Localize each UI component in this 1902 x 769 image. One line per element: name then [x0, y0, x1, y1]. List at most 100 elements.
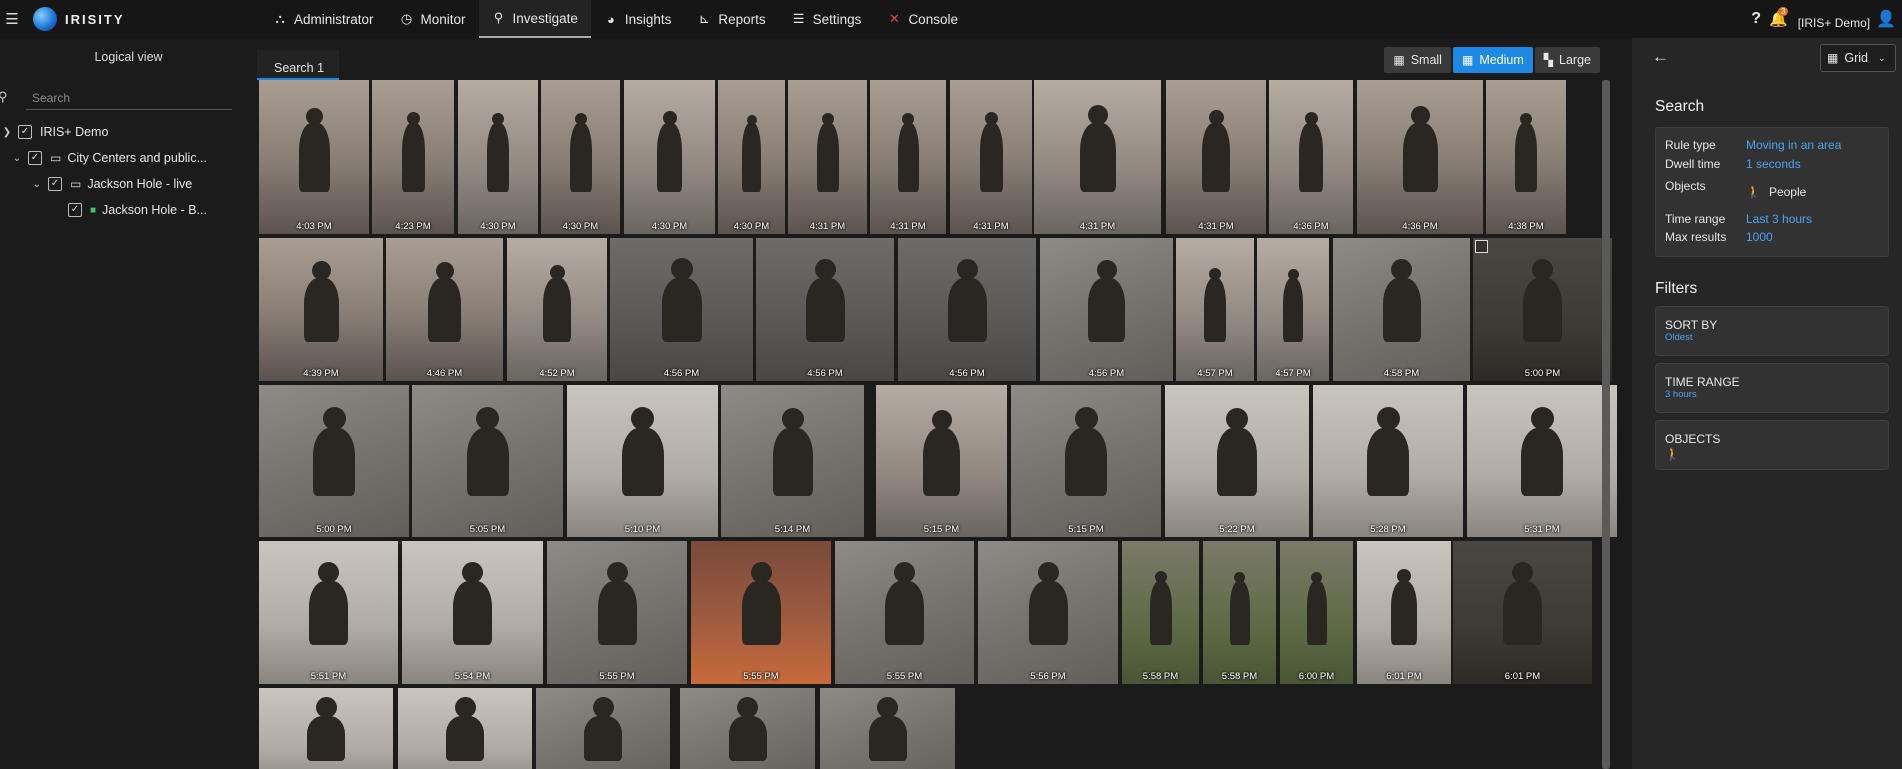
result-thumbnail[interactable]: 6:01 PM: [1357, 541, 1451, 684]
result-thumbnail[interactable]: 4:31 PM: [788, 80, 867, 234]
result-thumbnail[interactable]: 4:31 PM: [1166, 80, 1266, 234]
result-thumbnail[interactable]: 5:10 PM: [567, 385, 718, 537]
result-thumbnail[interactable]: 4:23 PM: [372, 80, 454, 234]
menu-icon[interactable]: ☰: [0, 0, 24, 38]
result-thumbnail[interactable]: 5:55 PM: [835, 541, 974, 684]
tree-item-jackson-hole-live[interactable]: ⌄ ✓ ▭ Jackson Hole - live: [30, 173, 192, 195]
chevron-down-icon[interactable]: ⌄: [10, 153, 24, 164]
nav-settings[interactable]: ☰ Settings: [779, 0, 875, 38]
filter-sort-by[interactable]: SORT BY Oldest: [1655, 306, 1889, 356]
result-thumbnail[interactable]: 4:56 PM: [1040, 238, 1173, 381]
checkbox-checked[interactable]: ✓: [68, 203, 82, 217]
result-thumbnail[interactable]: 5:15 PM: [876, 385, 1007, 537]
result-thumbnail[interactable]: 4:57 PM: [1257, 238, 1329, 381]
size-small-label: Small: [1410, 53, 1442, 67]
chevron-down-icon[interactable]: ❯: [0, 127, 14, 138]
result-thumbnail[interactable]: 6:01 PM: [1453, 541, 1592, 684]
rule-type-value[interactable]: Moving in an area: [1746, 138, 1841, 152]
result-thumbnail[interactable]: 4:03 PM: [259, 80, 369, 234]
time-range-value[interactable]: Last 3 hours: [1746, 212, 1812, 226]
result-thumbnail[interactable]: 5:22 PM: [1165, 385, 1309, 537]
result-thumbnail[interactable]: 4:38 PM: [1486, 80, 1566, 234]
result-thumbnail[interactable]: 4:57 PM: [1176, 238, 1254, 381]
result-thumbnail[interactable]: 5:56 PM: [978, 541, 1118, 684]
result-thumbnail[interactable]: 4:30 PM: [718, 80, 785, 234]
result-thumbnail[interactable]: 5:54 PM: [402, 541, 543, 684]
checkbox-checked[interactable]: ✓: [28, 151, 42, 165]
result-thumbnail[interactable]: 5:14 PM: [721, 385, 864, 537]
result-thumbnail[interactable]: 5:31 PM: [1467, 385, 1617, 537]
nav-reports[interactable]: ⊾ Reports: [684, 0, 778, 38]
result-thumbnail[interactable]: 5:00 PM: [259, 385, 409, 537]
result-thumbnail[interactable]: 4:36 PM: [1269, 80, 1353, 234]
result-thumbnail[interactable]: 5:55 PM: [691, 541, 831, 684]
tab-search-1[interactable]: Search 1: [257, 50, 339, 80]
nav-console[interactable]: ✕ Console: [874, 0, 971, 38]
tree-item-city-centers[interactable]: ⌄ ✓ ▭ City Centers and public...: [10, 147, 207, 169]
search-input[interactable]: [26, 86, 232, 110]
result-thumbnail[interactable]: [398, 688, 532, 769]
result-thumbnail[interactable]: 4:56 PM: [610, 238, 753, 381]
user-label[interactable]: [IRIS+ Demo]: [1798, 16, 1870, 30]
result-thumbnail[interactable]: 4:46 PM: [386, 238, 503, 381]
help-icon[interactable]: ?: [1751, 10, 1761, 28]
person-head: [877, 697, 898, 718]
chevron-down-icon[interactable]: ⌄: [30, 179, 44, 190]
result-thumbnail[interactable]: 5:58 PM: [1122, 541, 1199, 684]
result-thumbnail[interactable]: 5:05 PM: [412, 385, 563, 537]
result-thumbnail[interactable]: 4:36 PM: [1357, 80, 1483, 234]
size-large-button[interactable]: ▚ Large: [1534, 47, 1600, 73]
result-thumbnail[interactable]: 4:30 PM: [458, 80, 538, 234]
tree-item-iris-demo[interactable]: ❯ ✓ IRIS+ Demo: [0, 121, 108, 143]
thumbnail-timestamp: 5:00 PM: [1524, 368, 1561, 379]
checkbox-checked[interactable]: ✓: [48, 177, 62, 191]
dwell-time-value[interactable]: 1 seconds: [1746, 157, 1801, 171]
scrollbar-thumb[interactable]: [1602, 80, 1610, 769]
thumbnail-timestamp: 4:56 PM: [807, 368, 843, 379]
result-thumbnail[interactable]: 4:56 PM: [898, 238, 1036, 381]
sidebar: Logical view ⚲ ❯ ✓ IRIS+ Demo ⌄ ✓ ▭ City…: [0, 38, 257, 769]
logo[interactable]: IRISITY: [33, 7, 125, 31]
filter-objects[interactable]: OBJECTS 🚶: [1655, 420, 1889, 470]
max-results-value[interactable]: 1000: [1746, 230, 1773, 244]
bell-icon[interactable]: 🔔 3: [1769, 7, 1789, 28]
person-silhouette: [948, 278, 987, 342]
result-thumbnail[interactable]: 5:15 PM: [1011, 385, 1161, 537]
result-thumbnail[interactable]: 5:58 PM: [1203, 541, 1276, 684]
nav-administrator[interactable]: ⛬ Administrator: [260, 0, 387, 38]
user-icon[interactable]: 👤: [1876, 9, 1896, 29]
nav-investigate[interactable]: ⚲ Investigate: [478, 0, 591, 38]
result-thumbnail[interactable]: [820, 688, 955, 769]
result-thumbnail[interactable]: 5:51 PM: [259, 541, 398, 684]
result-thumbnail[interactable]: 5:55 PM: [547, 541, 687, 684]
result-thumbnail[interactable]: 5:28 PM: [1313, 385, 1463, 537]
result-thumbnail[interactable]: 6:00 PM: [1280, 541, 1353, 684]
objects-value[interactable]: 🚶 People: [1746, 185, 1806, 199]
result-thumbnail[interactable]: 4:39 PM: [259, 238, 383, 381]
person-head: [1075, 407, 1098, 430]
result-thumbnail[interactable]: 4:30 PM: [624, 80, 715, 234]
person-silhouette: [923, 428, 960, 496]
result-thumbnail[interactable]: 4:56 PM: [756, 238, 894, 381]
nav-monitor[interactable]: ◷ Monitor: [387, 0, 479, 38]
result-thumbnail[interactable]: 4:52 PM: [507, 238, 607, 381]
result-thumbnail[interactable]: 4:30 PM: [541, 80, 620, 234]
result-thumbnail[interactable]: [259, 688, 393, 769]
result-thumbnail[interactable]: 4:31 PM: [1034, 80, 1161, 234]
result-thumbnail[interactable]: 4:31 PM: [950, 80, 1032, 234]
filter-time-range[interactable]: TIME RANGE 3 hours: [1655, 363, 1889, 413]
view-mode-select[interactable]: ▦ Grid ⌄: [1820, 44, 1896, 72]
back-arrow-icon[interactable]: ←: [1652, 47, 1669, 67]
result-thumbnail[interactable]: 4:31 PM: [870, 80, 946, 234]
result-thumbnail[interactable]: 5:00 PM: [1473, 238, 1612, 381]
result-thumbnail[interactable]: [536, 688, 670, 769]
size-small-button[interactable]: ▦ Small: [1384, 47, 1451, 73]
result-thumbnail[interactable]: [680, 688, 815, 769]
size-medium-button[interactable]: ▦ Medium: [1452, 47, 1533, 73]
tree-item-jackson-hole-camera[interactable]: ✓ ■ Jackson Hole - B...: [64, 199, 207, 221]
checkbox-checked[interactable]: ✓: [18, 125, 32, 139]
nav-insights[interactable]: ◕ Insights: [591, 0, 685, 38]
select-checkbox[interactable]: [1475, 240, 1488, 253]
right-panel-header: ← ▦ Grid ⌄: [1632, 38, 1902, 80]
result-thumbnail[interactable]: 4:58 PM: [1333, 238, 1470, 381]
